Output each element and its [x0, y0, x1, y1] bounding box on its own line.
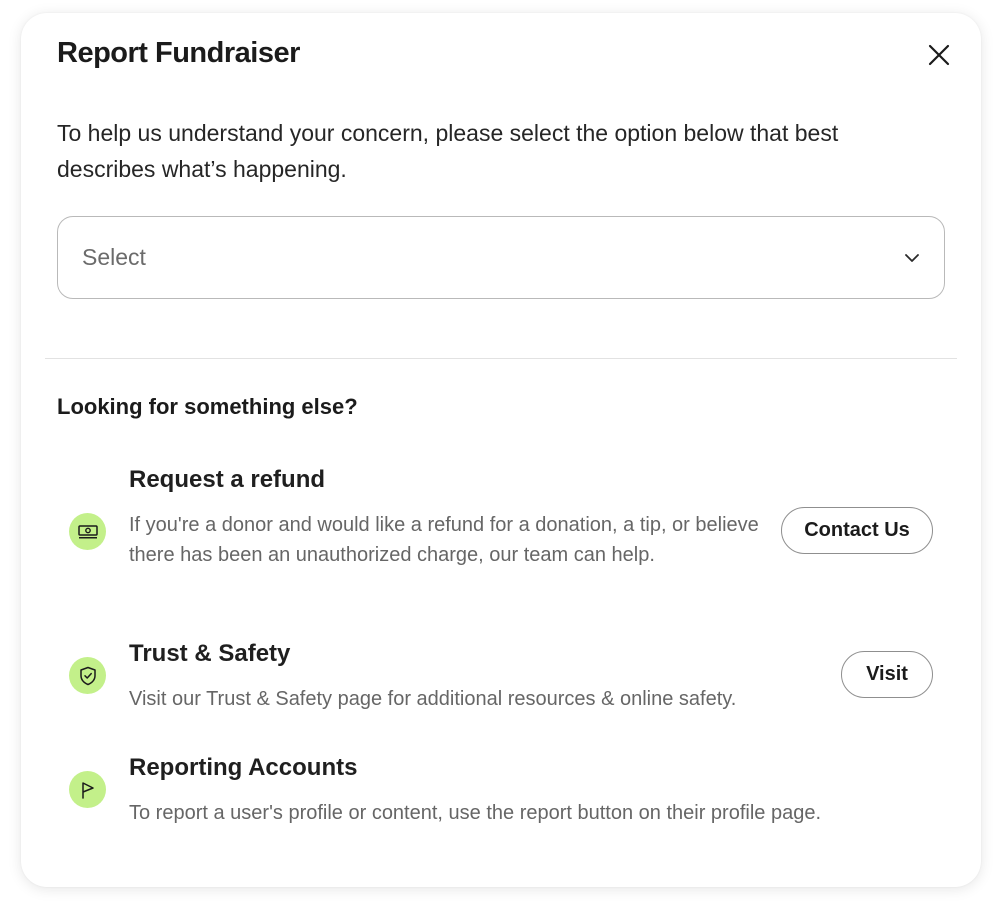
chevron-down-icon: [905, 253, 919, 262]
report-fundraiser-modal: Report Fundraiser To help us understand …: [21, 13, 981, 887]
help-item-description: To report a user's profile or content, u…: [129, 802, 822, 824]
contact-us-button[interactable]: Contact Us: [781, 507, 933, 554]
visit-button[interactable]: Visit: [841, 651, 933, 698]
shield-check-icon: [69, 657, 106, 694]
help-item-title: Request a refund: [129, 466, 326, 493]
close-button[interactable]: [921, 37, 957, 73]
select-value: Select: [82, 244, 146, 270]
flag-icon: [69, 771, 106, 808]
intro-text: To help us understand your concern, plea…: [57, 120, 839, 182]
money-icon: [69, 513, 106, 550]
help-item-description: If you're a donor and would like a refun…: [129, 514, 759, 566]
close-icon: [928, 44, 950, 66]
help-item-description: Visit our Trust & Safety page for additi…: [129, 688, 737, 710]
modal-title: Report Fundraiser: [57, 37, 300, 69]
help-item-title: Trust & Safety: [129, 640, 291, 667]
reason-select[interactable]: Select: [57, 216, 945, 299]
help-item-title: Reporting Accounts: [129, 754, 358, 781]
section-divider: [45, 358, 957, 359]
help-section-heading: Looking for something else?: [57, 394, 358, 419]
